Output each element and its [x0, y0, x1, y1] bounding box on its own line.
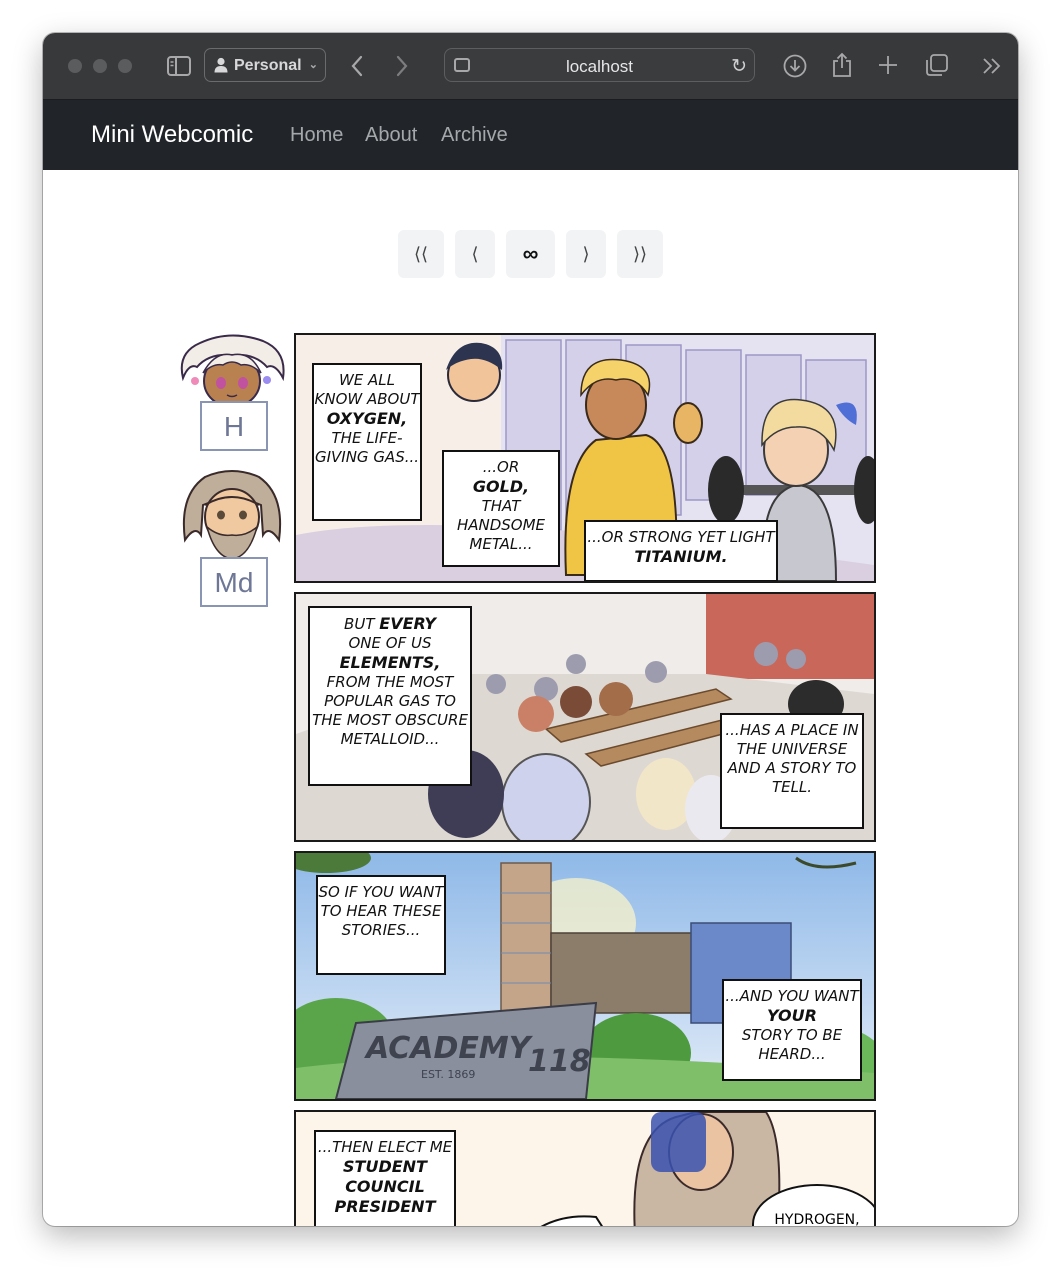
back-icon[interactable]: [350, 55, 364, 77]
caption-text: So if you want to hear these stories...: [318, 883, 444, 939]
sign-number: 118: [528, 1044, 591, 1079]
url-text: localhost: [565, 57, 634, 76]
caption-text: We all know about: [314, 371, 420, 408]
caption-text: story to be heard...: [741, 1026, 843, 1063]
caption-text: ...or strong yet light: [587, 528, 775, 546]
more-toolbar-icon[interactable]: [982, 57, 1002, 75]
caption-emphasis: every: [379, 614, 436, 633]
browser-toolbar: Personal ⌄ localhost ↻: [43, 33, 1018, 100]
caption-text: ...has a place in the universe and a sto…: [725, 721, 859, 796]
tab-overview-icon[interactable]: [925, 53, 949, 77]
caption-emphasis: titanium.: [634, 547, 728, 566]
caption-box: ...and you want your story to be heard..…: [722, 979, 862, 1081]
nav-archive-link[interactable]: Archive: [441, 124, 508, 147]
mendelevium-avatar-icon: [182, 470, 282, 560]
random-comic-button[interactable]: ∞: [506, 230, 555, 278]
comic-panel-1: We all know about Oxygen, the life-givin…: [294, 333, 876, 583]
previous-comic-button[interactable]: ⟨: [455, 230, 495, 278]
caption-text: one of us: [348, 634, 432, 652]
caption-text: ...then elect me: [317, 1138, 453, 1156]
comic-panel-4: ...then elect me student council preside…: [294, 1110, 876, 1226]
sign-established: EST. 1869: [421, 1068, 475, 1081]
last-comic-button[interactable]: ⟩⟩: [617, 230, 663, 278]
chevron-down-icon: ⌄: [308, 59, 318, 71]
caption-box: ...then elect me student council preside…: [314, 1130, 456, 1226]
reload-icon[interactable]: ↻: [731, 55, 747, 78]
zoom-window-button[interactable]: [118, 59, 132, 73]
caption-emphasis: gold,: [472, 477, 530, 496]
caption-text: ...and you want: [725, 987, 859, 1005]
caption-box: ...or strong yet light titanium.: [584, 520, 778, 581]
sidebar-toggle-icon[interactable]: [167, 56, 191, 76]
element-symbol-tile: H: [200, 401, 268, 451]
browser-window: Personal ⌄ localhost ↻ Mini Webcomic Hom…: [43, 33, 1018, 1226]
nav-home-link[interactable]: Home: [290, 124, 343, 147]
element-symbol-tile: Md: [200, 557, 268, 607]
caption-box: We all know about Oxygen, the life-givin…: [312, 363, 422, 521]
caption-box: ...or gold, that handsome metal...: [442, 450, 560, 567]
speech-text: HYDROGEN,: [774, 1212, 860, 1226]
downloads-icon[interactable]: [783, 54, 807, 78]
first-comic-button[interactable]: ⟨⟨: [398, 230, 444, 278]
caption-emphasis: elements,: [339, 653, 441, 672]
minimize-window-button[interactable]: [93, 59, 107, 73]
close-window-button[interactable]: [68, 59, 82, 73]
forward-icon[interactable]: [395, 55, 409, 77]
site-navbar: Mini Webcomic Home About Archive: [43, 100, 1018, 170]
profile-button[interactable]: Personal ⌄: [204, 48, 326, 82]
caption-text: the life-giving gas...: [314, 429, 420, 466]
caption-box: ...has a place in the universe and a sto…: [720, 713, 864, 829]
caption-box: So if you want to hear these stories...: [316, 875, 446, 975]
share-icon[interactable]: [831, 52, 853, 78]
caption-emphasis: Oxygen,: [326, 409, 408, 428]
next-comic-button[interactable]: ⟩: [566, 230, 606, 278]
person-icon: [214, 57, 228, 73]
sign-text: ACADEMY: [364, 1031, 534, 1066]
new-tab-icon[interactable]: [878, 55, 898, 75]
character-badge-mendelevium[interactable]: Md: [175, 465, 290, 607]
caption-text: that handsome metal...: [456, 497, 546, 553]
comic-panel-2: But every one of us elements, from the m…: [294, 592, 876, 842]
character-badge-hydrogen[interactable]: H: [175, 333, 290, 453]
site-brand-link[interactable]: Mini Webcomic: [91, 121, 253, 149]
comic-panel-3: ACADEMY 118 EST. 1869 So if you want to …: [294, 851, 876, 1101]
profile-label: Personal: [234, 57, 302, 74]
caption-text: from the most popular gas to the most ob…: [312, 673, 468, 748]
caption-emphasis: your: [767, 1006, 817, 1025]
address-bar[interactable]: localhost ↻: [444, 48, 755, 82]
caption-box: But every one of us elements, from the m…: [308, 606, 472, 786]
caption-text: ...or: [482, 458, 520, 476]
nav-about-link[interactable]: About: [365, 124, 417, 147]
caption-text: But: [344, 615, 375, 633]
caption-emphasis: student council president: [334, 1157, 436, 1216]
